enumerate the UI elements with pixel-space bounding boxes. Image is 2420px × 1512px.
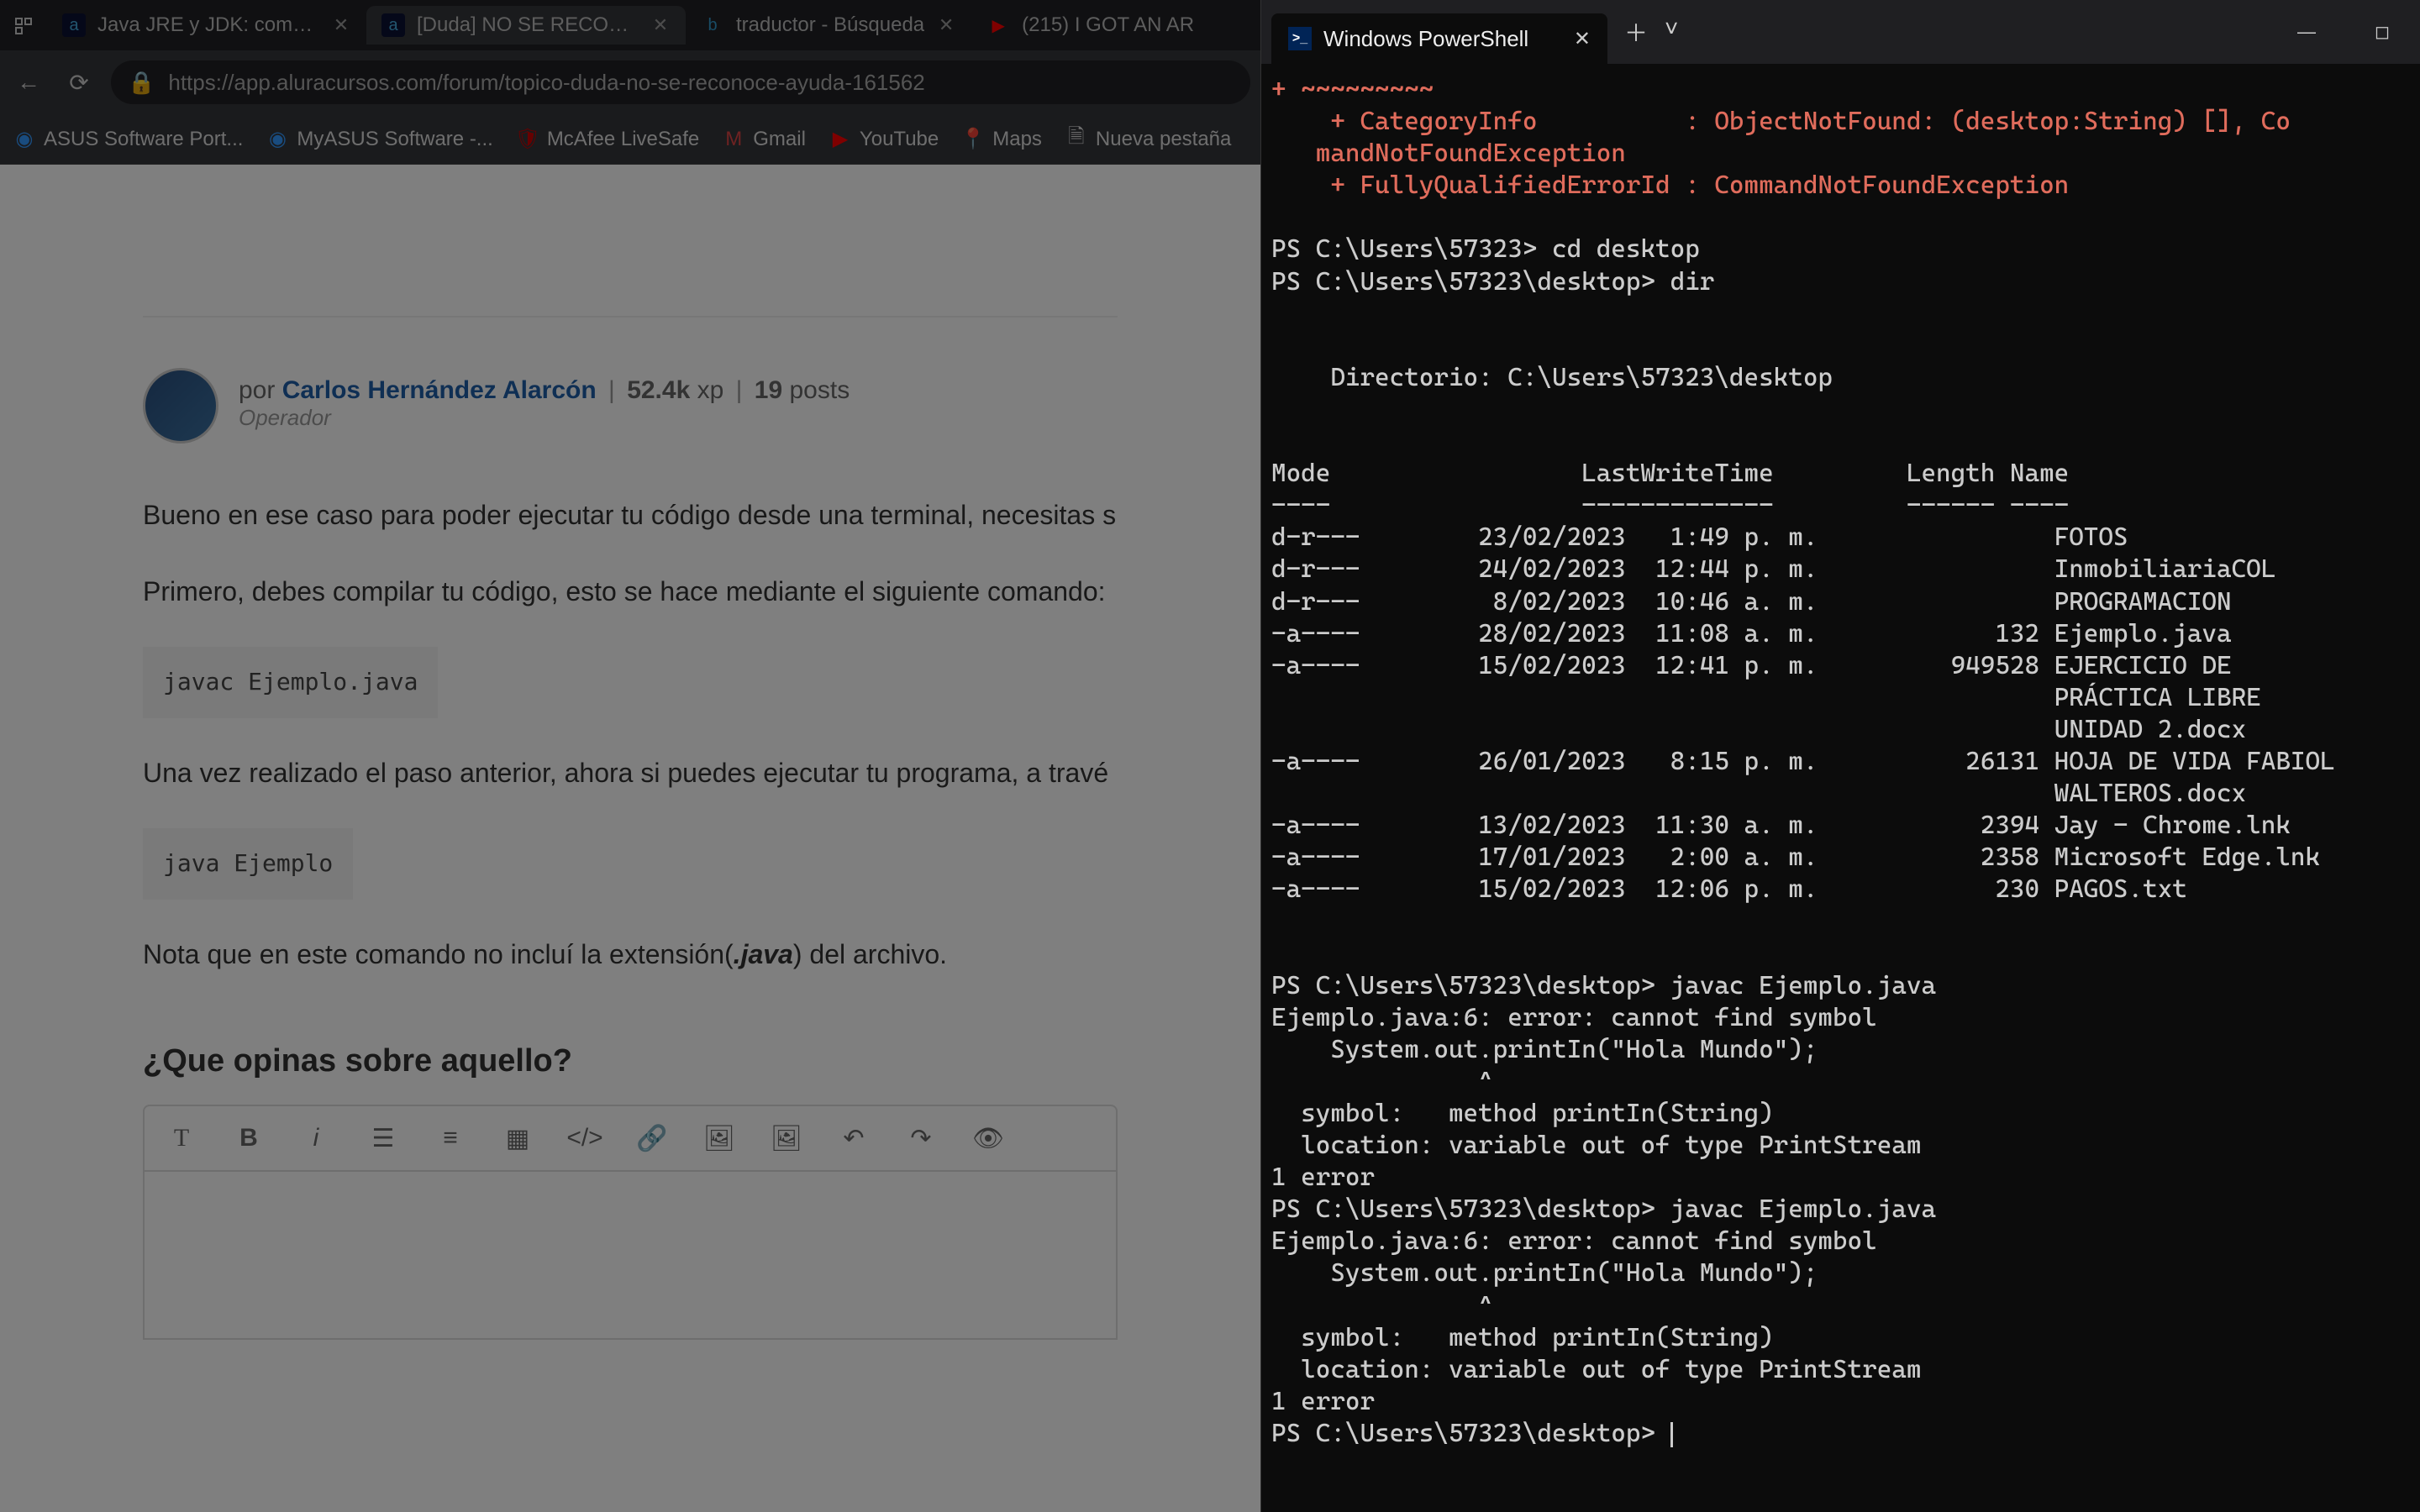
bookmark-mcafee[interactable]: 🛡 McAfee LiveSafe	[517, 128, 699, 151]
code-block: javac Ejemplo.java	[143, 647, 438, 718]
favicon-bing: b	[701, 13, 724, 37]
posts-value: 19	[755, 376, 782, 404]
browser-tab-1[interactable]: a [Duda] NO SE RECONOC ✕	[366, 6, 686, 45]
gmail-icon: M	[723, 129, 744, 150]
code-button[interactable]: </>	[568, 1121, 602, 1155]
browser-tab-0[interactable]: a Java JRE y JDK: compile y ✕	[47, 6, 366, 45]
bookmark-maps[interactable]: 📍 Maps	[962, 128, 1042, 151]
image-button[interactable]: 🖼	[702, 1121, 736, 1155]
close-icon[interactable]: ✕	[936, 14, 956, 36]
bold-button[interactable]: B	[232, 1121, 266, 1155]
close-icon[interactable]: ✕	[650, 14, 671, 36]
author-role: Operador	[239, 405, 850, 431]
list-ol-button[interactable]: ≡	[434, 1121, 467, 1155]
favicon-alura: a	[381, 13, 405, 37]
browser-tab-2[interactable]: b traductor - Búsqueda ✕	[686, 6, 971, 45]
bookmark-asus-portal[interactable]: ◉ ASUS Software Port...	[13, 128, 243, 151]
author-prefix: por	[239, 376, 282, 404]
mcafee-icon: 🛡	[517, 129, 539, 150]
bookmarks-bar: ◉ ASUS Software Port... ◉ MyASUS Softwar…	[0, 114, 1260, 165]
heading-button[interactable]: T	[165, 1121, 198, 1155]
divider	[143, 316, 1118, 318]
tab-title: traductor - Búsqueda	[736, 13, 924, 37]
maps-icon: 📍	[962, 129, 984, 150]
forum-content: por Carlos Hernández Alarcón | 52.4k xp …	[0, 165, 1260, 1512]
tab-title: (215) I GOT AN AR	[1022, 13, 1194, 37]
code-block: java Ejemplo	[143, 828, 353, 900]
post-body: Bueno en ese caso para poder ejecutar tu…	[143, 494, 1118, 976]
image-upload-button[interactable]: 🖼	[770, 1121, 803, 1155]
paragraph: Primero, debes compilar tu código, esto …	[143, 570, 1118, 613]
tab-bar: a Java JRE y JDK: compile y ✕ a [Duda] N…	[0, 0, 1260, 50]
bookmark-myasus[interactable]: ◉ MyASUS Software -...	[266, 128, 492, 151]
tab-dropdown-button[interactable]: ˅	[1665, 15, 1678, 49]
title-bar: >_ Windows PowerShell ✕ ＋ ˅ — ◻	[1261, 0, 2420, 64]
redo-button[interactable]: ↷	[904, 1121, 938, 1155]
editor-toolbar: T B i ☰ ≡ ▦ </> 🔗 🖼 🖼 ↶ ↷ 👁	[143, 1105, 1118, 1172]
minimize-button[interactable]: —	[2269, 0, 2344, 64]
favicon-alura: a	[62, 13, 86, 37]
post-header: por Carlos Hernández Alarcón | 52.4k xp …	[143, 368, 1118, 444]
post-meta: por Carlos Hernández Alarcón | 52.4k xp …	[239, 368, 850, 431]
undo-button[interactable]: ↶	[837, 1121, 871, 1155]
bookmark-youtube[interactable]: ▶ YouTube	[829, 128, 939, 151]
terminal-tab-title: Windows PowerShell	[1323, 26, 1562, 52]
xp-label: xp	[697, 376, 724, 404]
cursor	[1670, 1422, 1673, 1447]
asus-icon: ◉	[13, 129, 35, 150]
close-icon[interactable]: ✕	[331, 14, 351, 36]
editor-textarea[interactable]	[143, 1172, 1118, 1340]
address-bar: ← ⟳ 🔒 https://app.aluracursos.com/forum/…	[0, 50, 1260, 114]
powershell-icon: >_	[1288, 27, 1312, 50]
link-button[interactable]: 🔗	[635, 1121, 669, 1155]
paragraph: Nota que en este comando no incluí la ex…	[143, 933, 1118, 976]
browser-window: a Java JRE y JDK: compile y ✕ a [Duda] N…	[0, 0, 1260, 1512]
new-tab-button[interactable]: ＋	[1624, 15, 1648, 49]
url-text: https://app.aluracursos.com/forum/topico…	[168, 70, 924, 96]
tab-title: Java JRE y JDK: compile y	[97, 13, 319, 37]
tab-title: [Duda] NO SE RECONOC	[417, 13, 639, 37]
page-icon: 🗎	[1065, 129, 1087, 150]
opinion-heading: ¿Que opinas sobre aquello?	[143, 1043, 1118, 1079]
posts-label: posts	[790, 376, 850, 404]
avatar[interactable]	[143, 368, 218, 444]
terminal-output[interactable]: + ~~~~~~~~~ + CategoryInfo : ObjectNotFo…	[1261, 64, 2420, 1460]
list-ul-button[interactable]: ☰	[366, 1121, 400, 1155]
terminal-window: >_ Windows PowerShell ✕ ＋ ˅ — ◻ + ~~~~~~…	[1260, 0, 2420, 1512]
window-controls: — ◻	[2269, 0, 2420, 64]
bookmark-newtab[interactable]: 🗎 Nueva pestaña	[1065, 128, 1231, 151]
close-icon[interactable]: ✕	[1574, 27, 1591, 51]
youtube-icon: ▶	[829, 129, 851, 150]
back-button[interactable]: ←	[10, 64, 47, 101]
terminal-tab[interactable]: >_ Windows PowerShell ✕	[1271, 13, 1607, 64]
italic-button[interactable]: i	[299, 1121, 333, 1155]
favicon-youtube: ▶	[986, 13, 1010, 37]
maximize-button[interactable]: ◻	[2344, 0, 2420, 64]
asus-icon: ◉	[266, 129, 288, 150]
url-input[interactable]: 🔒 https://app.aluracursos.com/forum/topi…	[111, 60, 1250, 104]
tab-controls: ＋ ˅	[1607, 15, 1695, 49]
refresh-button[interactable]: ⟳	[60, 64, 97, 101]
author-name[interactable]: Carlos Hernández Alarcón	[282, 376, 597, 404]
paragraph: Una vez realizado el paso anterior, ahor…	[143, 752, 1118, 795]
bookmark-gmail[interactable]: M Gmail	[723, 128, 806, 151]
table-button[interactable]: ▦	[501, 1121, 534, 1155]
lock-icon: 🔒	[128, 70, 155, 96]
paragraph: Bueno en ese caso para poder ejecutar tu…	[143, 494, 1118, 537]
preview-button[interactable]: 👁	[971, 1121, 1005, 1155]
xp-value: 52.4k	[627, 376, 690, 404]
tab-group-icon[interactable]	[7, 8, 40, 42]
browser-tab-3[interactable]: ▶ (215) I GOT AN AR	[971, 6, 1209, 45]
